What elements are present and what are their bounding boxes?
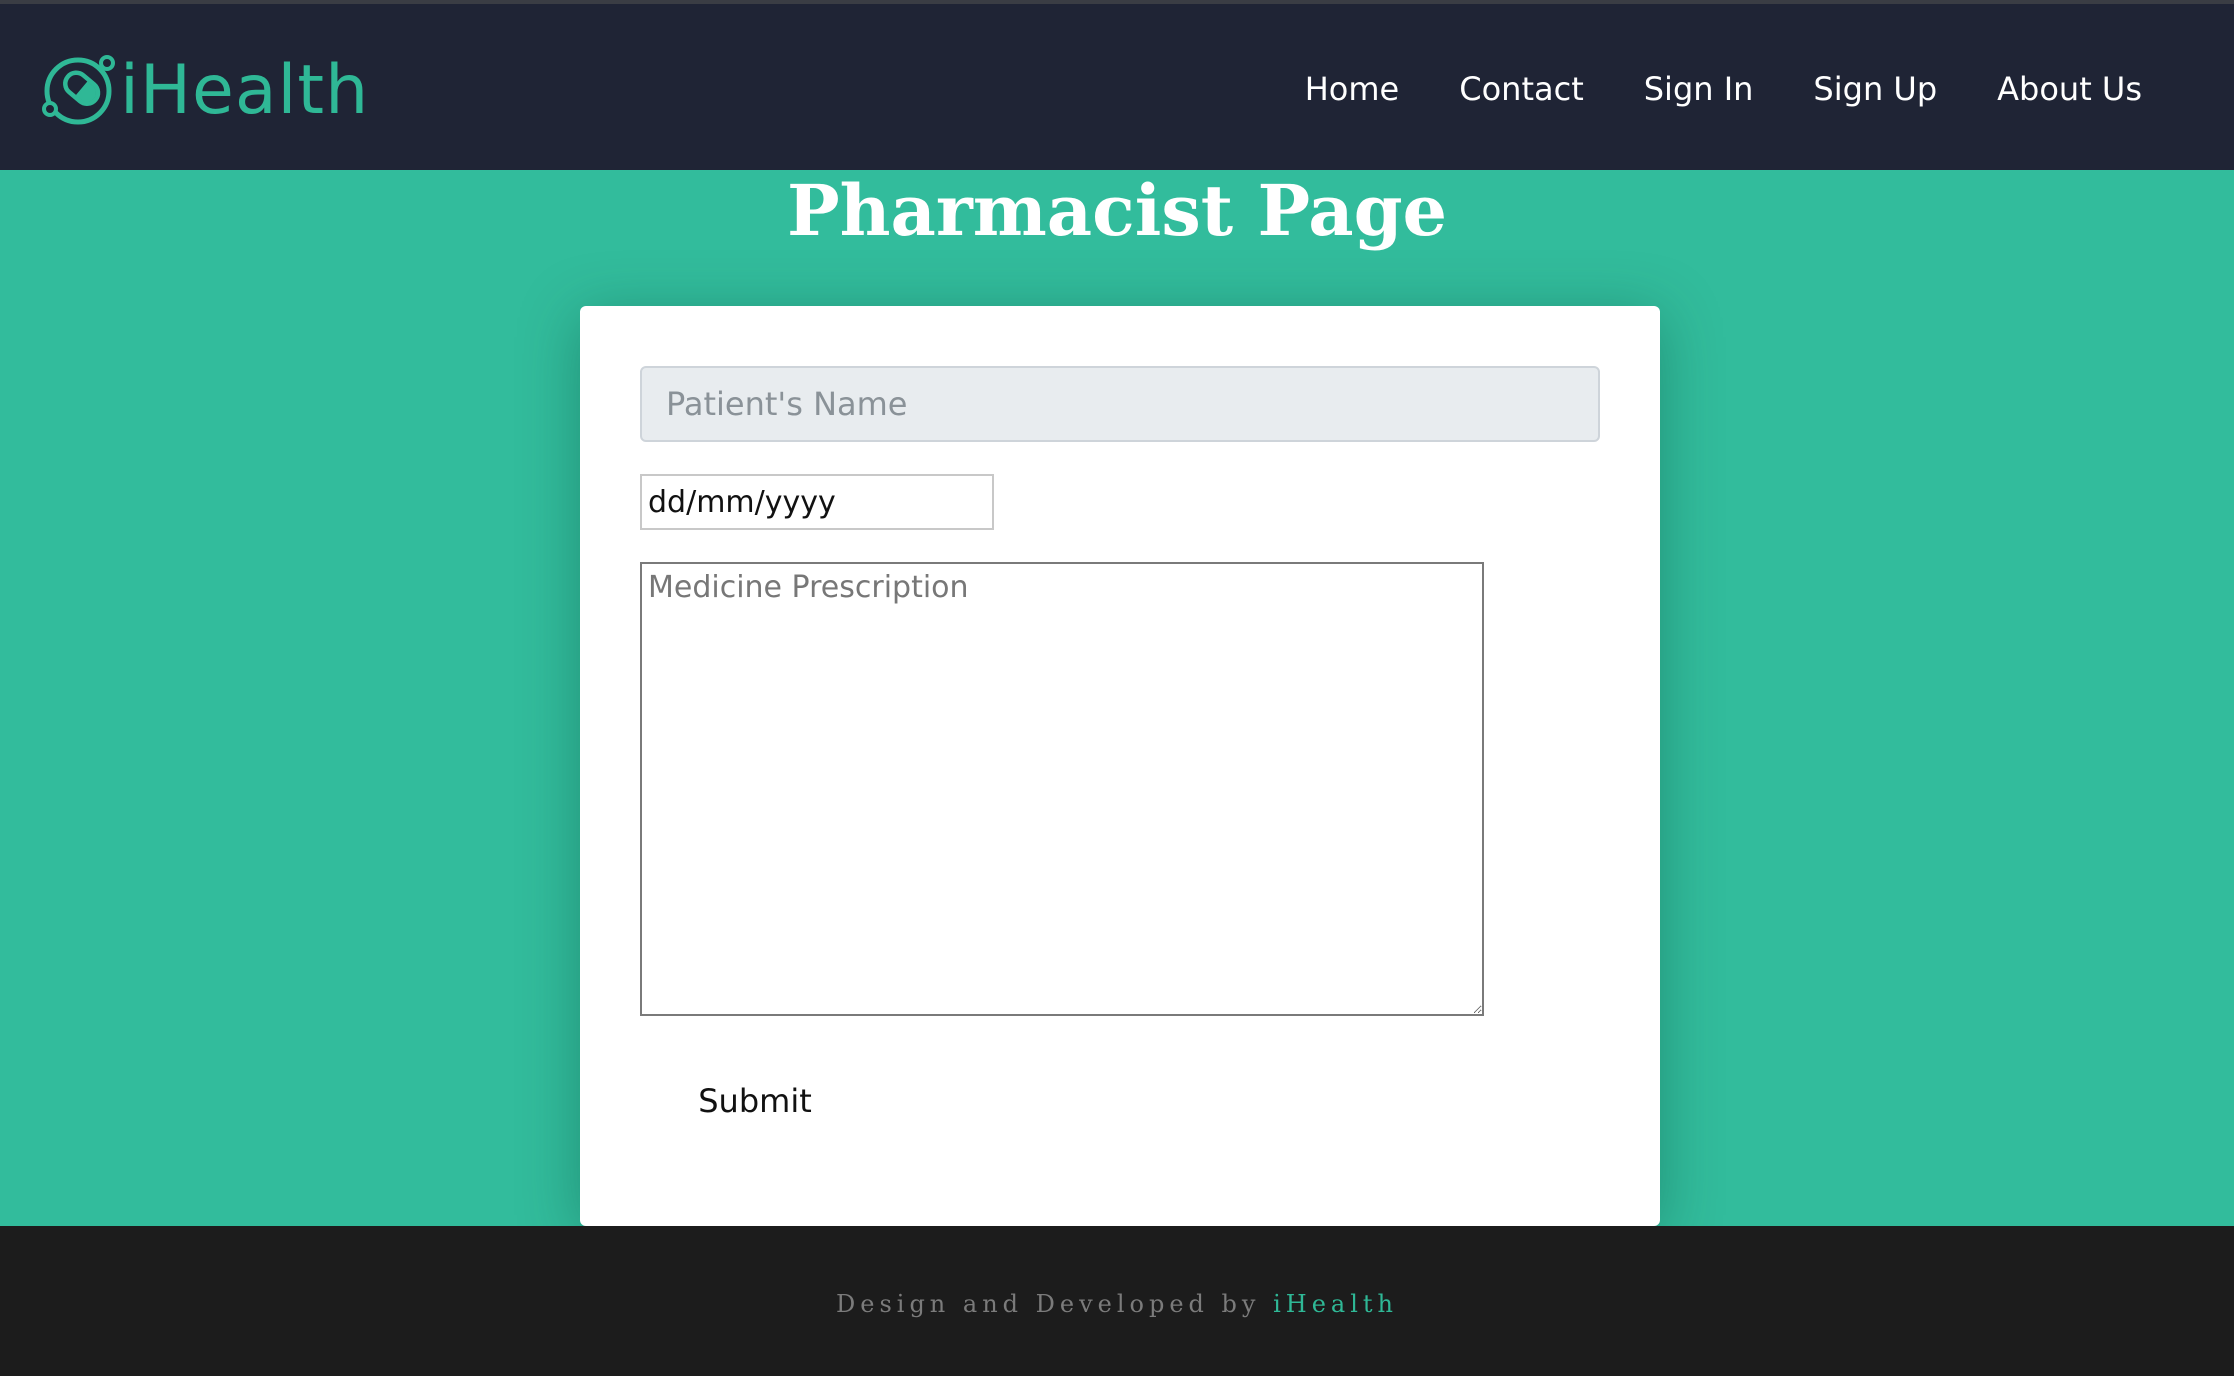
footer-credit-text: Design and Developed by: [836, 1290, 1274, 1318]
footer: Design and Developed by iHealth: [0, 1226, 2234, 1376]
page-title: Pharmacist Page: [786, 169, 1448, 252]
prescription-form-card: dd/mm/yyyy Submit: [580, 306, 1660, 1226]
footer-credit: Design and Developed by iHealth: [0, 1290, 2234, 1318]
date-input-value: dd/mm/yyyy: [648, 484, 836, 520]
nav-sign-in[interactable]: Sign In: [1614, 66, 1784, 113]
nav-about-us[interactable]: About Us: [1967, 66, 2172, 113]
pill-capsule-icon: [42, 55, 115, 125]
medicine-prescription-textarea[interactable]: [640, 562, 1484, 1016]
main-nav: Home Contact Sign In Sign Up About Us: [1275, 66, 2172, 113]
submit-button[interactable]: Submit: [640, 1066, 870, 1136]
nav-contact[interactable]: Contact: [1429, 66, 1614, 113]
patient-name-input[interactable]: [640, 366, 1600, 442]
brand-logo[interactable]: iHealth: [40, 50, 369, 130]
footer-brand[interactable]: iHealth: [1273, 1290, 1398, 1318]
brand-name: iHealth: [120, 51, 370, 130]
nav-home[interactable]: Home: [1275, 66, 1430, 113]
nav-sign-up[interactable]: Sign Up: [1783, 66, 1967, 113]
date-input[interactable]: dd/mm/yyyy: [640, 474, 994, 530]
top-navbar: iHealth Home Contact Sign In Sign Up Abo…: [0, 0, 2234, 170]
